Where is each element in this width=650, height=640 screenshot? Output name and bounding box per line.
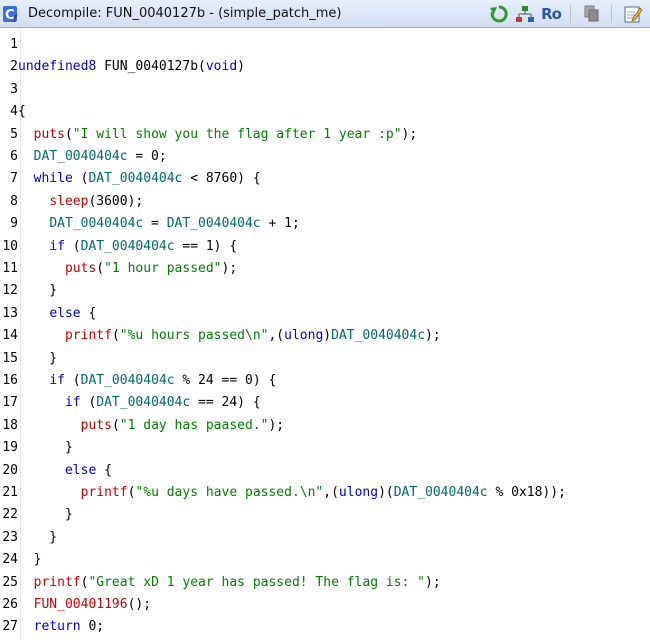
line-number: 1 (10, 37, 18, 52)
line-number: 6 (10, 149, 18, 164)
code-text: if (DAT_0040404c == 1) { (49, 238, 238, 254)
code-line[interactable]: 15 } (0, 348, 57, 370)
code-line[interactable]: 19 } (0, 437, 73, 459)
code-text: sleep(3600); (49, 193, 144, 209)
code-text: } (18, 507, 73, 523)
line-number: 2 (10, 59, 18, 75)
line-number: 24 (2, 552, 18, 568)
code-line[interactable]: 27 return 0; (0, 616, 104, 638)
code-line[interactable]: 6 DAT_0040404c = 0; (0, 146, 167, 168)
code-line[interactable]: 4{ (0, 101, 26, 123)
code-line[interactable]: 1 (0, 34, 18, 56)
code-text: FUN_00401196(); (33, 597, 152, 612)
code-line[interactable]: 23 } (0, 527, 57, 549)
code-line[interactable]: 7 while (DAT_0040404c < 8760) { (0, 168, 261, 190)
toolbar: Ro (484, 3, 644, 25)
copy-icon[interactable] (581, 3, 603, 25)
code-line[interactable]: 14 printf("%u hours passed\n",(ulong)DAT… (0, 325, 441, 347)
code-line[interactable]: 16 if (DAT_0040404c % 24 == 0) { (0, 370, 276, 392)
code-line[interactable]: 20 else { (0, 460, 112, 482)
code-line[interactable]: 13 else { (0, 303, 96, 325)
refresh-icon[interactable] (488, 3, 510, 25)
code-line[interactable]: 26 FUN_00401196(); (0, 594, 151, 616)
code-text: DAT_0040404c = DAT_0040404c + 1; (49, 216, 300, 232)
code-text: else { (64, 462, 112, 478)
code-line[interactable]: 21 printf("%u days have passed.\n",(ulon… (0, 482, 566, 504)
line-number: 15 (2, 350, 18, 366)
code-text: puts("1 day has paased."); (80, 417, 285, 433)
line-number: 10 (2, 238, 18, 254)
code-line[interactable]: 22 } (0, 504, 73, 526)
code-line[interactable]: 2undefined8 FUN_0040127b(void) (0, 56, 245, 78)
code-text: else { (49, 305, 97, 321)
code-text: if (DAT_0040404c % 24 == 0) { (49, 373, 277, 388)
graph-icon[interactable] (514, 3, 536, 25)
line-number: 5 (10, 126, 18, 142)
code-text: puts("I will show you the flag after 1 y… (33, 126, 418, 142)
line-number: 21 (2, 485, 18, 500)
code-text: } (18, 552, 42, 568)
line-number: 9 (10, 216, 18, 232)
line-number: 22 (2, 507, 18, 523)
code-text: if (DAT_0040404c == 24) { (64, 395, 261, 411)
decompile-icon: C f (2, 4, 22, 25)
code-line[interactable]: 9 DAT_0040404c = DAT_0040404c + 1; (0, 213, 300, 235)
line-number: 17 (2, 395, 18, 411)
code-line[interactable]: 18 puts("1 day has paased."); (0, 415, 284, 437)
code-text: printf("Great xD 1 year has passed! The … (33, 574, 441, 590)
line-number: 8 (10, 193, 18, 209)
svg-text:f: f (13, 14, 18, 24)
code-text: } (18, 529, 58, 545)
line-number: 16 (2, 373, 18, 388)
code-text: } (18, 283, 58, 299)
code-text: { (18, 104, 26, 120)
line-number: 25 (2, 574, 18, 590)
decompile-title-bar: C f Decompile: FUN_0040127b - (simple_pa… (0, 0, 650, 28)
code-text: printf("%u hours passed\n",(ulong)DAT_00… (64, 328, 441, 344)
line-number: 3 (10, 81, 18, 97)
code-text: printf("%u days have passed.\n",(ulong)(… (80, 485, 566, 500)
code-line[interactable]: 17 if (DAT_0040404c == 24) { (0, 392, 261, 414)
code-line[interactable]: 24 } (0, 549, 41, 571)
line-number: 27 (2, 619, 18, 635)
code-text: DAT_0040404c = 0; (33, 149, 167, 164)
line-number: 23 (2, 529, 18, 545)
code-text: } (18, 440, 73, 456)
code-line[interactable]: 3 (0, 79, 18, 101)
edit-icon[interactable] (622, 3, 644, 25)
line-number: 11 (2, 261, 18, 276)
code-text: puts("1 hour passed"); (64, 261, 238, 276)
line-number: 12 (2, 283, 18, 299)
line-number: 19 (2, 440, 18, 456)
code-text: undefined8 FUN_0040127b(void) (18, 59, 245, 75)
code-line[interactable]: 8 sleep(3600); (0, 191, 143, 213)
line-number: 7 (10, 171, 18, 187)
code-text: while (DAT_0040404c < 8760) { (33, 171, 261, 187)
decompiled-code-view[interactable]: 1 2undefined8 FUN_0040127b(void) 3 4{5 puts… (0, 30, 650, 640)
line-number: 4 (10, 104, 18, 120)
line-number: 14 (2, 328, 18, 344)
code-line[interactable]: 10 if (DAT_0040404c == 1) { (0, 236, 237, 258)
code-line[interactable]: 12 } (0, 280, 57, 302)
read-only-toggle[interactable]: Ro (540, 3, 562, 25)
toolbar-separator (611, 5, 612, 23)
code-text: } (18, 350, 58, 366)
code-line[interactable]: 25 printf("Great xD 1 year has passed! T… (0, 572, 441, 594)
window-title: Decompile: FUN_0040127b - (simple_patch_… (28, 6, 342, 21)
line-number: 18 (2, 417, 18, 433)
line-number: 26 (2, 597, 18, 612)
line-number: 13 (2, 305, 18, 321)
code-line[interactable]: 5 puts("I will show you the flag after 1… (0, 124, 417, 146)
code-text: return 0; (33, 619, 105, 635)
code-line[interactable]: 11 puts("1 hour passed"); (0, 258, 237, 280)
toolbar-separator (570, 5, 571, 23)
line-number: 20 (2, 462, 18, 478)
